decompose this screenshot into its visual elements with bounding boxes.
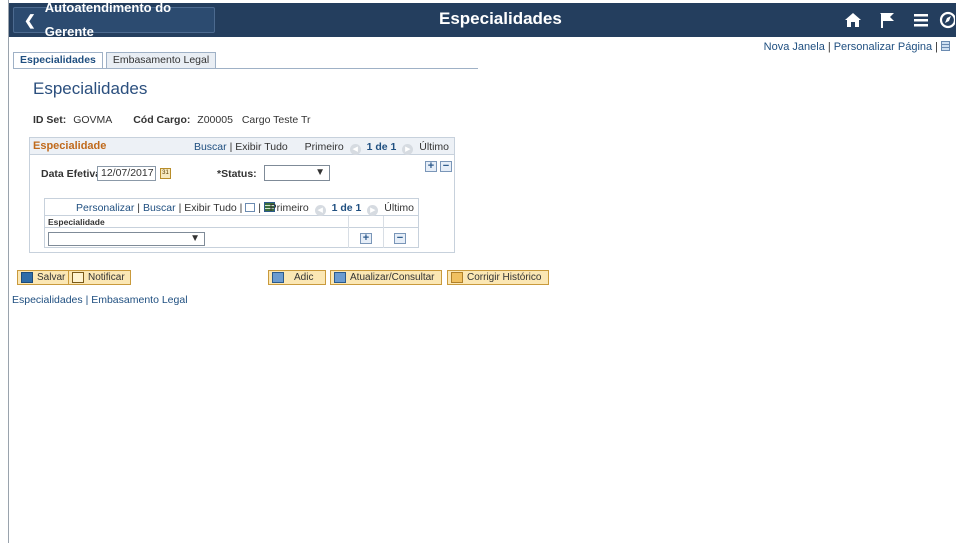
grid-header: Personalizar | Buscar | Exibir Tudo | | …: [45, 199, 418, 216]
grid-previous-arrow-icon: ◀: [314, 205, 326, 216]
set-id-label: ID Set:: [33, 114, 67, 126]
separator: |: [935, 41, 938, 53]
grid-row-counter: 1 de 1: [331, 202, 362, 214]
personalize-link[interactable]: Personalizar: [76, 202, 134, 214]
column-divider: [383, 216, 384, 248]
job-code-label: Cód Cargo:: [133, 114, 191, 126]
add-button[interactable]: Adic: [268, 270, 326, 285]
navigator-icon[interactable]: [938, 8, 956, 32]
zoom-icon[interactable]: [245, 203, 256, 212]
back-button[interactable]: ❮ Autoatendimento do Gerente: [13, 0, 215, 39]
grid-first-label: Primeiro: [269, 202, 309, 214]
chevron-left-icon: ❮: [24, 12, 36, 28]
tab-divider: [13, 68, 478, 69]
bottom-page-links: Especialidades | Embasamento Legal: [12, 294, 188, 306]
job-code-value: Z00005: [197, 114, 233, 126]
banner-title: Especialidades: [439, 9, 562, 28]
especialidade-section: Especialidade Buscar | Exibir Tudo Prime…: [29, 137, 455, 253]
view-all-link[interactable]: Exibir Tudo: [235, 141, 288, 153]
chevron-down-icon: ▼: [190, 233, 200, 244]
correct-history-icon: [451, 272, 463, 283]
tab-bar: Especialidades Embasamento Legal: [13, 52, 219, 68]
notify-button[interactable]: Notificar: [68, 270, 131, 285]
grid-nav: Primeiro ◀ 1 de 1 ▶ Último: [270, 202, 414, 216]
new-window-link[interactable]: Nova Janela: [764, 41, 825, 53]
section-header: Especialidade Buscar | Exibir Tudo Prime…: [30, 138, 454, 155]
help-grid-icon[interactable]: [941, 41, 950, 51]
correct-history-label: Corrigir Histórico: [467, 272, 542, 283]
job-code-desc: Cargo Teste Tr: [241, 114, 311, 126]
add-row-button[interactable]: +: [425, 161, 437, 172]
section-nav: Buscar | Exibir Tudo Primeiro ◀ 1 de 1 ▶…: [194, 141, 449, 155]
window-frame: [0, 0, 9, 543]
column-header-especialidade: Especialidade: [45, 216, 418, 228]
home-icon[interactable]: [836, 8, 870, 32]
personalize-page-link[interactable]: Personalizar Página: [834, 41, 932, 53]
especialidade-select[interactable]: ▼: [48, 232, 205, 246]
update-display-button[interactable]: Atualizar/Consultar: [330, 270, 442, 285]
flag-icon[interactable]: [870, 8, 904, 32]
update-label: Atualizar/Consultar: [350, 272, 435, 283]
grid-links: Personalizar | Buscar | Exibir Tudo | |: [76, 202, 275, 214]
tab-embasamento-legal[interactable]: Embasamento Legal: [105, 52, 217, 68]
add-icon: [272, 272, 284, 283]
update-icon: [334, 272, 346, 283]
next-arrow-icon: ▶: [402, 144, 414, 155]
back-button-label: Autoatendimento do Gerente: [44, 0, 172, 39]
effective-date-label: Data Efetiva:: [41, 168, 105, 180]
status-label: *Status:: [217, 168, 257, 180]
status-select[interactable]: ▼: [264, 165, 330, 181]
banner-actions: [836, 8, 956, 32]
bottom-link-especialidades[interactable]: Especialidades: [12, 294, 83, 306]
page-links: Nova Janela | Personalizar Página |: [764, 41, 950, 53]
grid-add-row-button[interactable]: +: [360, 233, 372, 244]
find-link[interactable]: Buscar: [194, 141, 227, 153]
save-label: Salvar: [37, 272, 66, 283]
grid-last-label: Último: [384, 202, 414, 214]
delete-row-button[interactable]: −: [440, 161, 452, 172]
banner: ❮ Autoatendimento do Gerente Especialida…: [9, 0, 956, 39]
correct-history-button[interactable]: Corrigir Histórico: [447, 270, 549, 285]
page-title: Especialidades: [33, 79, 148, 98]
first-label: Primeiro: [304, 141, 344, 153]
column-divider: [348, 216, 349, 248]
add-label: Adic: [294, 272, 314, 283]
bottom-link-embasamento-legal[interactable]: Embasamento Legal: [91, 294, 187, 306]
key-fields: ID Set: GOVMA Cód Cargo: Z00005 Cargo Te…: [33, 114, 315, 126]
chevron-down-icon: ▼: [315, 167, 325, 178]
previous-arrow-icon: ◀: [349, 144, 361, 155]
tab-especialidades[interactable]: Especialidades: [13, 52, 103, 68]
section-title: Especialidade: [33, 140, 107, 152]
separator: |: [827, 41, 831, 53]
menu-icon[interactable]: [904, 8, 938, 32]
grid-find-link[interactable]: Buscar: [143, 202, 176, 214]
grid-view-all-link[interactable]: Exibir Tudo: [184, 202, 237, 214]
grid-next-arrow-icon: ▶: [367, 205, 379, 216]
especialidade-grid: Personalizar | Buscar | Exibir Tudo | | …: [44, 198, 419, 248]
notify-label: Notificar: [88, 272, 125, 283]
calendar-icon[interactable]: 31: [160, 168, 171, 179]
row-counter: 1 de 1: [366, 141, 397, 153]
save-button[interactable]: Salvar: [17, 270, 72, 285]
set-id-value: GOVMA: [73, 114, 113, 126]
save-icon: [21, 272, 33, 283]
grid-delete-row-button[interactable]: −: [394, 233, 406, 244]
notify-icon: [72, 272, 84, 283]
effective-date-input[interactable]: 12/07/2017: [97, 166, 156, 181]
last-label: Último: [419, 141, 449, 153]
